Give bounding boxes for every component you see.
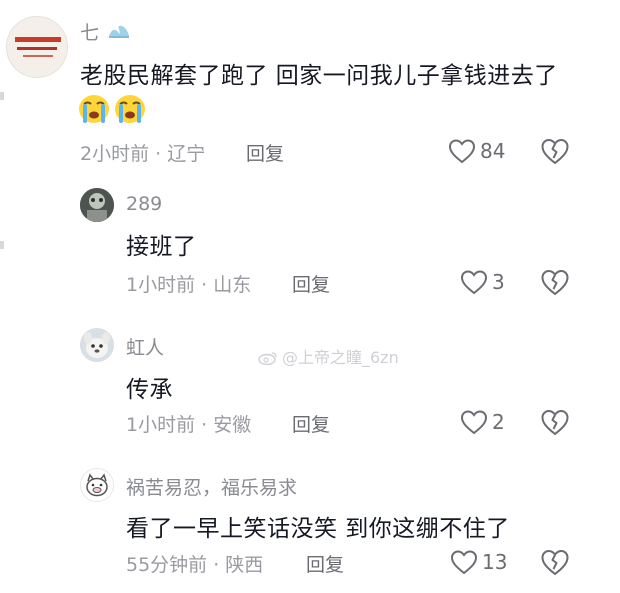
username[interactable]: 虹人 [126, 333, 164, 360]
heart-icon [450, 550, 478, 575]
username[interactable]: 祸苦易忍，福乐易求 [126, 473, 297, 500]
like-button[interactable]: 84 [448, 138, 505, 164]
reply-button[interactable]: 回复 [306, 550, 344, 577]
comment-text: 传承 [126, 377, 173, 403]
avatar-image [80, 188, 114, 222]
like-count: 3 [492, 270, 505, 294]
avatar-image [81, 469, 113, 501]
comment-text: 接班了 [126, 234, 197, 260]
username[interactable]: 七 [80, 18, 130, 45]
reply-item: 289 接班了 1小时前 · 山东 回复 3 [0, 180, 620, 310]
dislike-button[interactable] [540, 408, 570, 440]
watermark-text: @上帝之瞳_6zn [282, 348, 399, 367]
broken-heart-icon [541, 549, 569, 576]
weibo-icon [258, 352, 277, 365]
broken-heart-icon [541, 269, 569, 296]
reply-item: 虹人 传承 1小时前 · 安徽 回复 2 [0, 320, 620, 450]
broken-heart-icon [541, 138, 569, 165]
emoji-row [78, 94, 146, 124]
comment-meta: 55分钟前 · 陕西 [126, 554, 264, 576]
comment-item: 七 老股民解套了跑了 回家一问我儿子拿钱进去了 2小时前 · 辽宁 回复 84 [0, 0, 620, 180]
reply-button[interactable]: 回复 [292, 410, 330, 437]
watermark: @上帝之瞳_6zn [258, 344, 399, 368]
comment-meta: 1小时前 · 山东 [126, 274, 252, 296]
username-text: 七 [80, 22, 100, 44]
crying-emoji-icon [115, 95, 145, 123]
like-count: 13 [482, 550, 508, 574]
like-button[interactable]: 2 [460, 409, 505, 435]
dislike-button[interactable] [540, 137, 570, 169]
avatar-image [80, 328, 114, 362]
comment-meta: 1小时前 · 安徽 [126, 414, 252, 436]
comment-text: 老股民解套了跑了 回家一问我儿子拿钱进去了 [80, 63, 558, 89]
heart-icon [460, 410, 488, 435]
reply-item: 祸苦易忍，福乐易求 看了一早上笑话没笑 到你这绷不住了 55分钟前 · 陕西 回… [0, 460, 620, 593]
like-button[interactable]: 3 [460, 269, 505, 295]
like-count: 84 [480, 139, 506, 163]
crying-emoji-icon [79, 95, 109, 123]
reply-button[interactable]: 回复 [246, 139, 284, 166]
edge-mark [0, 92, 4, 100]
avatar[interactable] [80, 328, 114, 362]
comment-text: 看了一早上笑话没笑 到你这绷不住了 [126, 516, 510, 542]
avatar-image [7, 17, 67, 77]
avatar[interactable] [80, 468, 114, 502]
avatar[interactable] [80, 188, 114, 222]
like-count: 2 [492, 410, 505, 434]
heart-icon [448, 139, 476, 164]
dislike-button[interactable] [540, 268, 570, 300]
dislike-button[interactable] [540, 548, 570, 580]
heart-icon [460, 270, 488, 295]
reply-button[interactable]: 回复 [292, 270, 330, 297]
comment-meta: 2小时前 · 辽宁 [80, 143, 206, 165]
like-button[interactable]: 13 [450, 549, 507, 575]
wave-icon [109, 25, 130, 38]
broken-heart-icon [541, 409, 569, 436]
edge-mark [0, 241, 4, 249]
avatar[interactable] [6, 16, 68, 78]
username[interactable]: 289 [126, 193, 162, 215]
